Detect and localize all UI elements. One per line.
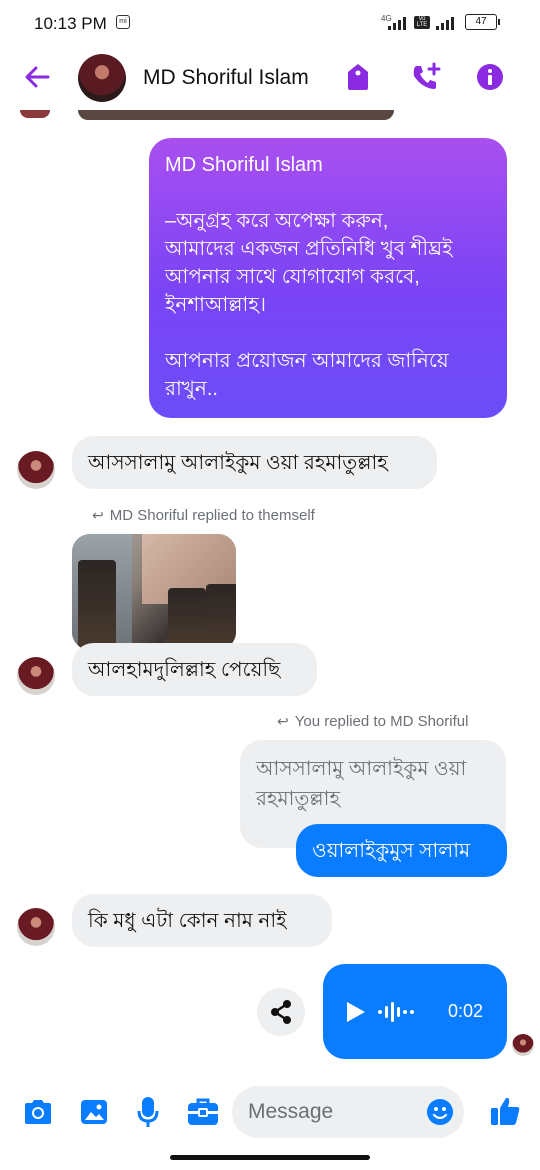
reply-arrow-icon: ↩ (92, 507, 104, 523)
share-button[interactable] (257, 988, 305, 1036)
sender-avatar[interactable] (17, 657, 55, 695)
back-arrow-icon[interactable] (22, 62, 52, 92)
message-text: আসসালামু আলাইকুম ওয়া রহমাতুল্লাহ (88, 452, 388, 474)
battery-icon: 47 (465, 14, 497, 30)
auto-reply-line: আপনার সাথে যোগাযোগ করবে, (165, 266, 420, 288)
sent-message-bubble[interactable]: ওয়ালাইকুমুস সালাম (296, 824, 507, 877)
auto-reply-line: ইনশাআল্লাহ। (165, 294, 266, 316)
gallery-icon[interactable] (79, 1098, 109, 1126)
microphone-icon[interactable] (136, 1095, 160, 1129)
contact-name[interactable]: MD Shoriful Islam (143, 66, 309, 90)
message-placeholder: Message (248, 1100, 334, 1123)
contact-avatar[interactable] (78, 54, 126, 102)
status-time: 10:13 PM (34, 14, 107, 33)
voice-message-bubble[interactable]: 0:02 (323, 964, 507, 1059)
reply-meta: ↩ MD Shoriful replied to themself (92, 507, 315, 524)
message-input[interactable]: Message (232, 1086, 464, 1138)
emoji-icon[interactable] (426, 1098, 454, 1126)
battery-tip (498, 19, 500, 25)
share-icon (271, 1000, 291, 1024)
auto-reply-bubble[interactable]: MD Shoriful Islam –অনুগ্রহ করে অপেক্ষা ক… (149, 138, 507, 418)
message-text: ওয়ালাইকুমুস সালাম (312, 840, 471, 862)
auto-reply-title: MD Shoriful Islam (165, 154, 323, 176)
received-message-bubble[interactable]: আসসালামু আলাইকুম ওয়া রহমাতুল্লাহ (72, 436, 437, 489)
previous-image-fragment (78, 110, 394, 120)
volte-icon: Vo LTE (414, 16, 430, 29)
briefcase-icon[interactable] (186, 1097, 220, 1127)
signal-icon-2 (436, 16, 454, 30)
camera-icon[interactable] (22, 1097, 54, 1127)
add-call-icon[interactable] (410, 62, 442, 92)
seen-avatar (512, 1034, 534, 1056)
reply-arrow-icon: ↩ (277, 713, 289, 729)
previous-avatar-fragment (20, 110, 50, 118)
mi-badge-icon: mi (116, 15, 130, 29)
received-message-bubble[interactable]: আলহামদুলিল্লাহ পেয়েছি (72, 643, 317, 696)
received-message-bubble[interactable]: কি মধু এটা কোন নাম নাই (72, 894, 332, 947)
reply-meta-text: You replied to MD Shoriful (294, 713, 469, 730)
auto-reply-line: আপনার প্রয়োজন আমাদের জানিয়ে (165, 350, 449, 372)
quoted-text: আসসালামু আলাইকুম ওয়া (256, 758, 467, 780)
reply-meta-text: MD Shoriful replied to themself (109, 507, 315, 524)
quoted-text: রহমাতুল্লাহ (256, 788, 340, 810)
auto-reply-line: –অনুগ্রহ করে অপেক্ষা করুন, (165, 210, 389, 232)
like-icon[interactable] (489, 1095, 521, 1127)
voice-duration: 0:02 (448, 1001, 484, 1021)
message-text: আলহামদুলিল্লাহ পেয়েছি (88, 659, 281, 681)
auto-reply-line: রাখুন.. (165, 378, 218, 400)
message-text: কি মধু এটা কোন নাম নাই (88, 910, 287, 932)
home-indicator[interactable] (170, 1155, 370, 1160)
status-bar: 10:13 PM mi 4G Vo LTE 47 (0, 0, 540, 48)
reply-meta: ↩ You replied to MD Shoriful (277, 713, 468, 730)
tag-icon[interactable] (345, 62, 371, 92)
signal-icon (388, 16, 406, 30)
play-icon[interactable] (343, 1000, 367, 1024)
sender-avatar[interactable] (17, 908, 55, 946)
auto-reply-line: আমাদের একজন প্রতিনিধি খুব শীঘ্রই (165, 238, 453, 260)
waveform-icon (378, 1002, 414, 1022)
sender-avatar[interactable] (17, 451, 55, 489)
replied-photo[interactable] (72, 534, 236, 650)
info-icon[interactable] (476, 63, 504, 91)
